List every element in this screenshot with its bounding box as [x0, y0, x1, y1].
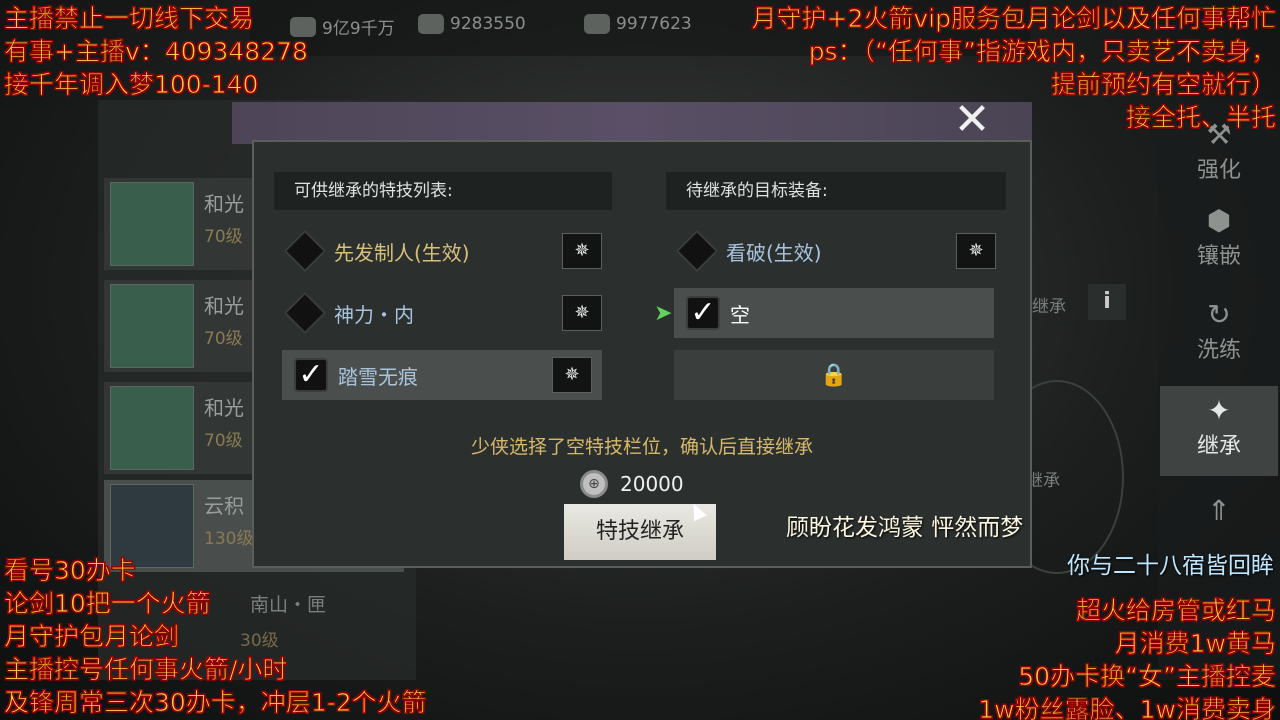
overlay-top-left: 主播禁止一切线下交易 有事+主播v：409348278 接千年调入梦100-14…	[4, 2, 309, 101]
equipment-name: 云积	[204, 494, 244, 518]
overlay-line: 50办卡换“女”主播控麦	[1018, 662, 1276, 692]
resource-value: 9亿9千万	[322, 19, 395, 39]
coin-icon: ⊕	[580, 470, 608, 498]
equipment-level: 70级	[204, 431, 243, 451]
upgrade-icon: ⇑	[1207, 494, 1231, 527]
coin-pile-icon	[418, 14, 444, 34]
equipment-level: 70级	[204, 227, 243, 247]
target-slot-1[interactable]: 看破(生效) ✵	[666, 226, 1006, 276]
equipment-name: 和光	[204, 192, 244, 216]
overlay-bottom-right: 超火给房管或红马 月消费1w黄马 50办卡换“女”主播控麦 1w粉丝露脸、1w消…	[978, 594, 1276, 720]
lock-icon: 🔒	[820, 362, 848, 388]
diamond-checkbox-icon[interactable]	[283, 229, 327, 273]
inherit-hint-text: 少侠选择了空特技栏位，确认后直接继承	[470, 436, 813, 458]
resource-value: 9283550	[450, 14, 526, 34]
overlay-line: 及锋周常三次30办卡，冲层1-2个火箭	[4, 688, 428, 718]
skill-name: 踏雪无痕	[338, 364, 418, 389]
nav-label: 镶嵌	[1196, 244, 1241, 269]
overlay-line: 接全托、半托	[1125, 103, 1276, 133]
target-slot-list: 待继承的目标装备: 看破(生效) ✵ ✓ 空 🔒	[666, 172, 1006, 400]
overlay-top-right: 月守护+2火箭vip服务包月论剑以及任何事帮忙 ps：（“任何事”指游戏内，只卖…	[751, 2, 1276, 134]
equipment-name: 和光	[204, 294, 244, 318]
poem-line-2: 你与二十八宿皆回眸	[1067, 553, 1274, 579]
skill-row-3-selected[interactable]: ✓ 踏雪无痕 ✵	[282, 350, 602, 400]
slot-name: 空	[730, 302, 750, 327]
overlay-line: 1w粉丝露脸、1w消费卖身	[978, 695, 1276, 720]
bg-inherit-label: 继承	[1032, 297, 1066, 317]
equipment-thumb	[110, 284, 194, 368]
nav-label: 强化	[1196, 158, 1241, 183]
arrow-right-icon: ➤	[654, 301, 673, 326]
cost-display: ⊕ 20000	[580, 470, 684, 498]
skill-detail-icon[interactable]: ✵	[956, 233, 996, 269]
overlay-line: 接千年调入梦100-140	[4, 70, 259, 100]
nav-inlay[interactable]: ⬢ 镶嵌	[1160, 204, 1278, 284]
refresh-icon: ↻	[1207, 298, 1231, 331]
equipment-thumb	[110, 386, 194, 470]
overlay-line: 提前预约有空就行）	[1050, 70, 1276, 100]
diamond-checkbox-icon[interactable]	[675, 229, 719, 273]
skill-detail-icon[interactable]: ✵	[562, 295, 602, 331]
skill-detail-icon[interactable]: ✵	[552, 357, 592, 393]
nav-label: 继承	[1196, 434, 1241, 459]
nav-inherit[interactable]: ✦ 继承	[1160, 386, 1278, 476]
resource-coins: 9283550	[418, 14, 526, 34]
checked-checkbox-icon[interactable]: ✓	[686, 296, 720, 330]
overlay-line: 超火给房管或红马	[1075, 596, 1276, 626]
ingot-icon	[584, 14, 610, 34]
overlay-line: 月守护包月论剑	[4, 622, 180, 652]
resource-ingots: 9977623	[584, 14, 692, 34]
equipment-thumb	[110, 182, 194, 266]
cost-value: 20000	[620, 472, 684, 496]
equipment-level: 130级	[204, 529, 254, 549]
overlay-bottom-left: 看号30办卡 论剑10把一个火箭 月守护包月论剑 主播控号任何事火箭/小时 及锋…	[4, 554, 428, 719]
inherit-icon: ✦	[1207, 394, 1231, 427]
left-list-header: 可供继承的特技列表:	[274, 172, 612, 210]
nav-refine[interactable]: ↻ 洗练	[1160, 298, 1278, 378]
overlay-line: 月守护+2火箭vip服务包月论剑以及任何事帮忙	[751, 4, 1276, 34]
resource-value: 9977623	[616, 14, 692, 34]
checked-checkbox-icon[interactable]: ✓	[294, 358, 328, 392]
diamond-checkbox-icon[interactable]	[283, 291, 327, 335]
left-skill-list: 可供继承的特技列表: 先发制人(生效) ✵ 神力・内 ✵ ✓ 踏雪无痕 ✵	[274, 172, 612, 400]
target-slot-2-selected[interactable]: ✓ 空	[674, 288, 994, 338]
right-list-header: 待继承的目标装备:	[666, 172, 1006, 210]
overlay-line: 主播控号任何事火箭/小时	[4, 655, 288, 685]
overlay-line: 主播禁止一切线下交易	[4, 4, 255, 34]
overlay-line: 论剑10把一个火箭	[4, 589, 212, 619]
equipment-name: 和光	[204, 396, 244, 420]
nav-upgrade[interactable]: ⇑	[1160, 494, 1278, 552]
overlay-line: 有事+主播v：409348278	[4, 37, 309, 67]
nav-label: 洗练	[1196, 338, 1241, 363]
info-icon[interactable]: i	[1088, 284, 1126, 320]
slot-name: 看破(生效)	[726, 240, 822, 265]
overlay-line: ps：（“任何事”指游戏内，只卖艺不卖身，	[808, 37, 1276, 67]
overlay-line: 月消费1w黄马	[1114, 629, 1276, 659]
target-slot-3-locked[interactable]: 🔒	[674, 350, 994, 400]
poem-line-1: 顾盼花发鸿蒙 怦然而梦	[786, 515, 1024, 541]
equipment-level: 70级	[204, 329, 243, 349]
overlay-line: 看号30办卡	[4, 556, 137, 586]
skill-row-2[interactable]: 神力・内 ✵	[274, 288, 612, 338]
skill-name: 神力・内	[334, 302, 414, 327]
skill-row-1[interactable]: 先发制人(生效) ✵	[274, 226, 612, 276]
skill-name: 先发制人(生效)	[334, 240, 470, 265]
skill-detail-icon[interactable]: ✵	[562, 233, 602, 269]
gem-icon: ⬢	[1206, 204, 1232, 237]
